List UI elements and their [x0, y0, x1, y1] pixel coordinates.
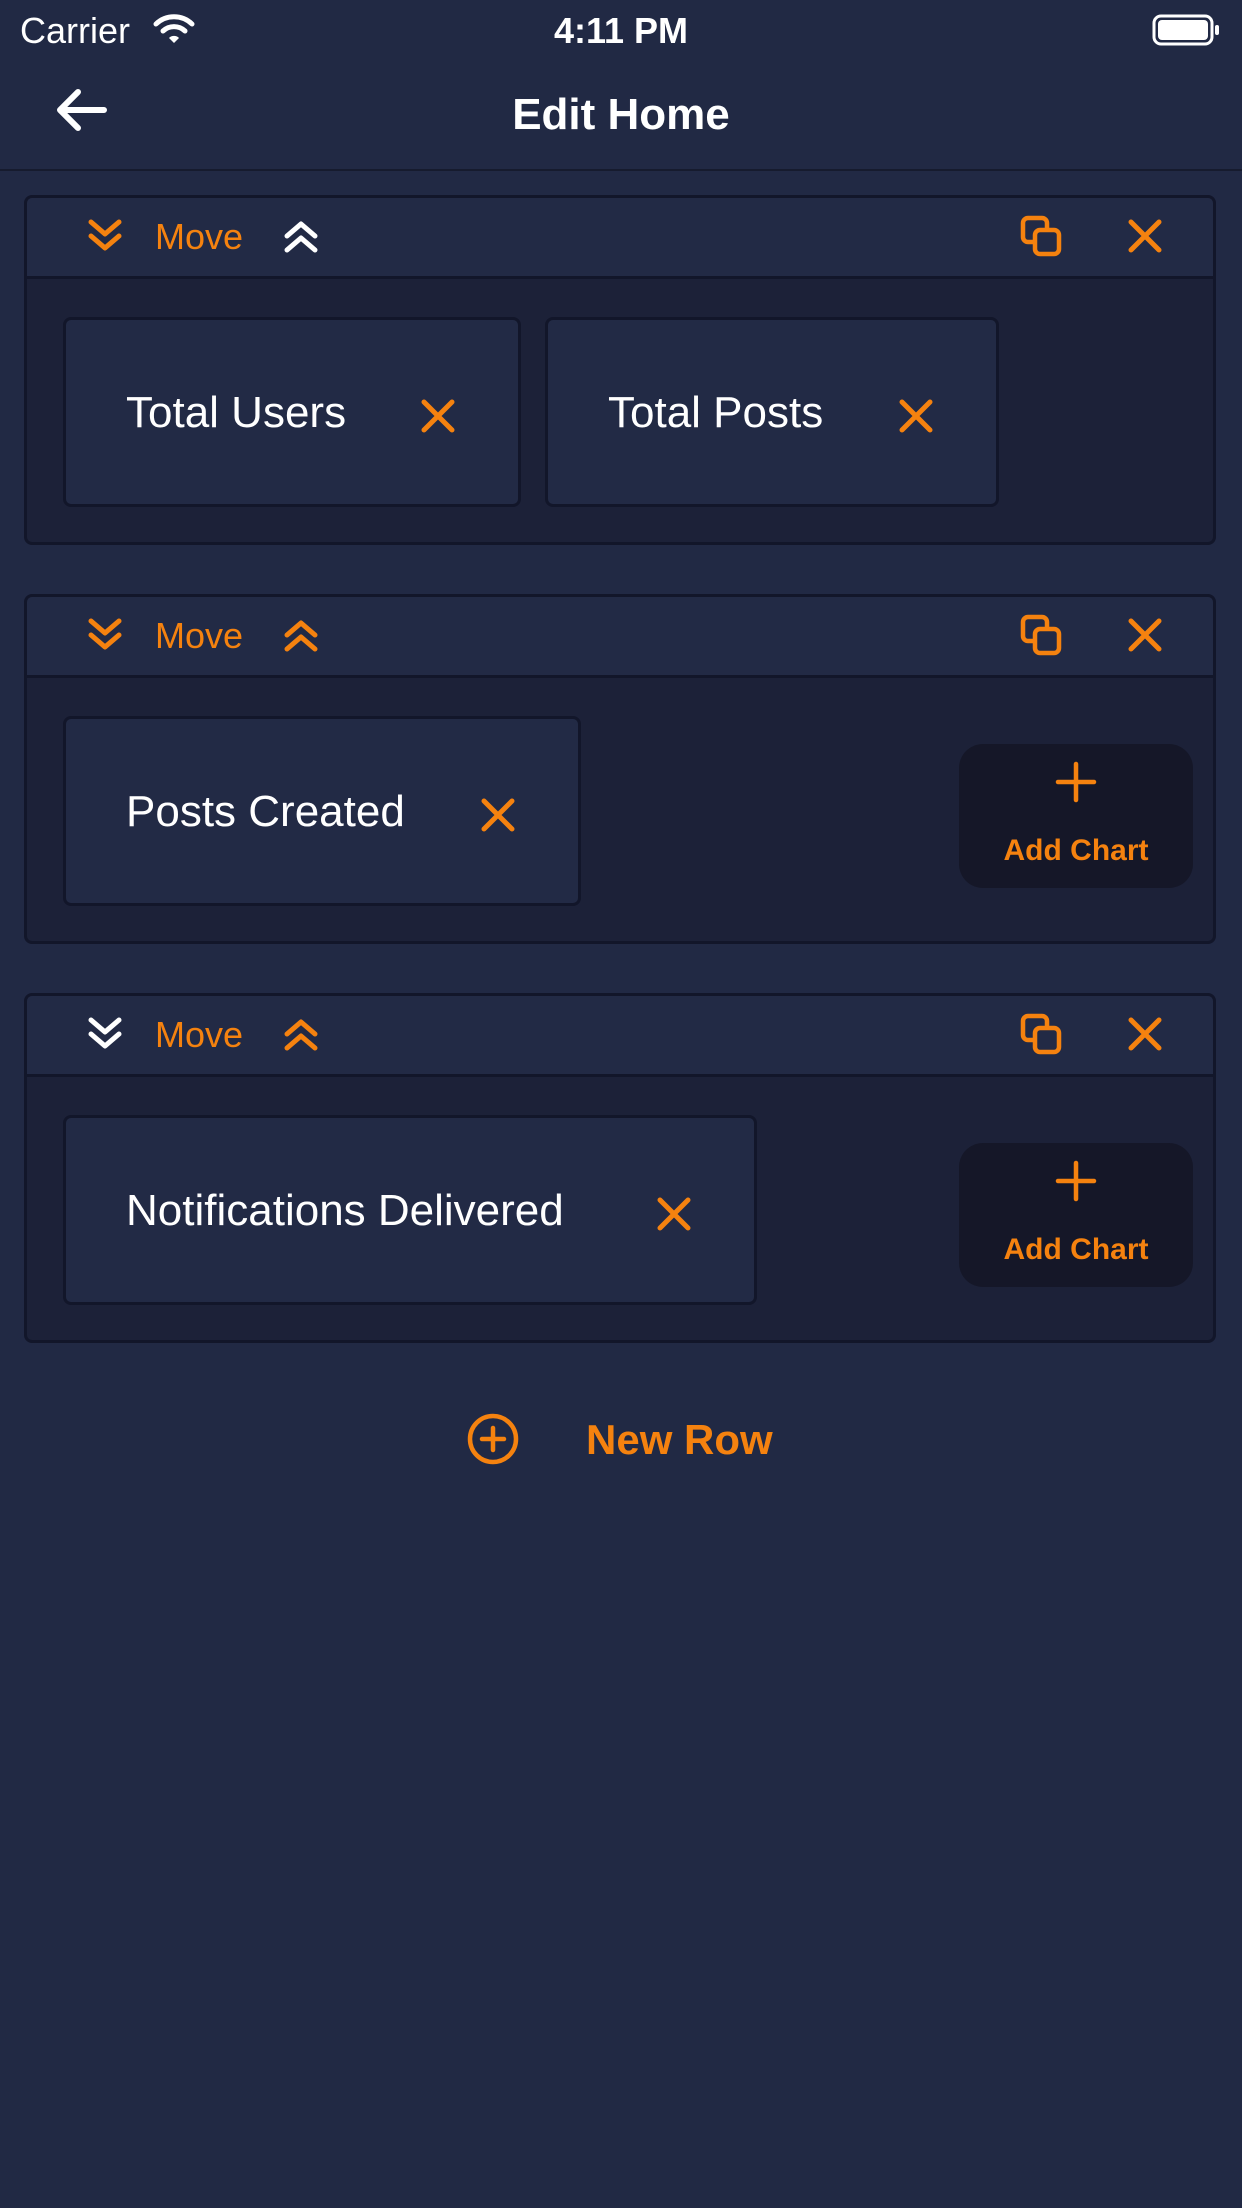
chart-chip[interactable]: Notifications Delivered [63, 1115, 757, 1305]
delete-row-icon[interactable] [1123, 214, 1167, 258]
add-chart-label: Add Chart [1003, 1233, 1149, 1266]
chart-chip-label: Total Posts [608, 388, 824, 437]
move-up-chevron-icon[interactable] [279, 214, 323, 258]
add-chart-label: Add Chart [1003, 834, 1149, 867]
move-down-chevron-icon[interactable] [83, 214, 127, 258]
move-label: Move [155, 216, 244, 257]
move-label: Move [155, 1014, 244, 1055]
move-up-chevron-icon[interactable] [279, 613, 323, 657]
remove-chart-icon[interactable] [654, 1194, 694, 1234]
new-row-label: New Row [586, 1416, 773, 1463]
new-row-button[interactable]: New Row [466, 1406, 786, 1470]
add-chart-button[interactable]: Add Chart [959, 1143, 1193, 1287]
nav-bar: Edit Home [0, 62, 1242, 171]
chart-chip-label: Notifications Delivered [126, 1186, 564, 1235]
delete-row-icon[interactable] [1123, 1012, 1167, 1056]
status-bar: Carrier 4:11 PM [0, 0, 1242, 62]
page-title: Edit Home [512, 90, 730, 139]
duplicate-row-icon[interactable] [1019, 1012, 1063, 1056]
duplicate-row-icon[interactable] [1019, 214, 1063, 258]
plus-icon [1055, 761, 1097, 803]
dashboard-row-2: Move Posts Created Add Chart [24, 594, 1216, 944]
battery-icon [1152, 14, 1219, 46]
add-chart-button[interactable]: Add Chart [959, 744, 1193, 888]
plus-icon [1055, 1160, 1097, 1202]
move-label: Move [155, 615, 244, 656]
remove-chart-icon[interactable] [896, 396, 936, 436]
chart-chip-label: Posts Created [126, 787, 405, 836]
delete-row-icon[interactable] [1123, 613, 1167, 657]
dashboard-row-1: Move Total Users Total Posts [24, 195, 1216, 545]
chart-chip[interactable]: Posts Created [63, 716, 581, 906]
row-toolbar: Move [27, 198, 1213, 279]
chart-chip[interactable]: Total Posts [545, 317, 999, 507]
row-toolbar: Move [27, 996, 1213, 1077]
plus-circle-icon [467, 1413, 519, 1465]
remove-chart-icon[interactable] [418, 396, 458, 436]
status-time: 4:11 PM [553, 10, 689, 51]
move-down-chevron-icon[interactable] [83, 613, 127, 657]
row-toolbar: Move [27, 597, 1213, 678]
duplicate-row-icon[interactable] [1019, 613, 1063, 657]
chart-chip[interactable]: Total Users [63, 317, 521, 507]
chart-chip-label: Total Users [126, 388, 347, 437]
dashboard-row-3: Move Notifications Delivered Add Chart [24, 993, 1216, 1343]
move-up-chevron-icon[interactable] [279, 1012, 323, 1056]
remove-chart-icon[interactable] [478, 795, 518, 835]
move-down-chevron-icon[interactable] [83, 1012, 127, 1056]
